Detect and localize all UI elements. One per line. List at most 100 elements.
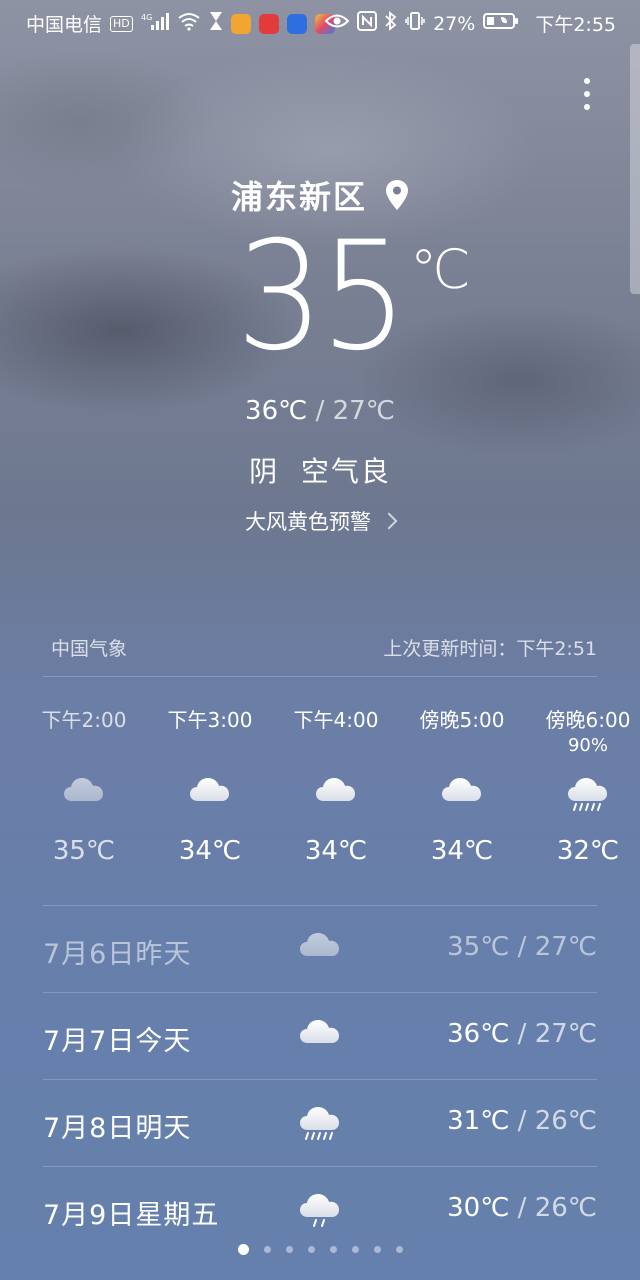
hourly-item: 傍晚6:00 90% 32℃	[524, 706, 640, 866]
day-high: 30℃	[447, 1193, 510, 1223]
bluetooth-icon	[385, 11, 397, 36]
day-range-separator: /	[517, 1193, 527, 1223]
more-options-button[interactable]	[572, 72, 602, 116]
precip-probability	[20, 734, 148, 758]
page-dot	[351, 1246, 359, 1253]
chevron-right-icon	[380, 512, 398, 530]
source-row: 中国气象 上次更新时间：下午2:51	[43, 634, 597, 661]
divider	[43, 676, 597, 677]
precip-probability: 90%	[567, 735, 608, 756]
status-time: 下午2:55	[535, 14, 616, 36]
vibrate-icon	[405, 11, 425, 36]
day-temperature-range: 30℃ / 26℃	[447, 1193, 597, 1223]
rain-icon	[298, 1102, 342, 1146]
status-bar: 中国电信 HD 4G 27% 下午2:55	[0, 0, 640, 44]
hour-time: 下午4:00	[293, 708, 379, 732]
day-temperature-range: 31℃ / 26℃	[447, 1106, 597, 1136]
hourly-forecast[interactable]: 下午2:00 35℃ 下午3:00 34℃ 下午4:00 34℃ 傍晚5:00 34℃ 傍晚6:…	[20, 706, 640, 896]
day-date: 7月8日明天	[43, 1113, 192, 1144]
page-dot	[285, 1246, 293, 1253]
cloudy-icon	[398, 758, 526, 828]
day-date: 7月9日星期五	[43, 1200, 220, 1231]
day-low: 26℃	[534, 1193, 597, 1223]
hour-temperature: 34℃	[178, 836, 242, 866]
daily-row[interactable]: 7月7日今天 36℃ / 27℃	[43, 992, 597, 1079]
page-indicator	[0, 1244, 640, 1255]
dot-icon	[584, 78, 590, 84]
hourly-item: 下午3:00 34℃	[146, 706, 274, 866]
page-dot	[307, 1246, 315, 1253]
hourglass-icon	[209, 11, 223, 36]
huawei-app-icon	[258, 13, 279, 34]
precip-probability	[398, 734, 526, 758]
last-updated: 上次更新时间：下午2:51	[383, 638, 597, 660]
signal-icon: 4G	[141, 11, 169, 36]
precip-probability	[146, 734, 274, 758]
scroll-indicator	[630, 44, 640, 294]
day-date: 7月7日今天	[43, 1026, 192, 1057]
range-separator: /	[315, 396, 325, 426]
page-dot	[237, 1244, 249, 1255]
today-low: 27℃	[332, 396, 395, 426]
eye-icon	[324, 12, 350, 35]
page-dot	[329, 1246, 337, 1253]
daily-forecast: 7月6日昨天 35℃ / 27℃ 7月7日今天 36℃ / 27℃ 7月8日明天 31℃ …	[43, 905, 597, 1253]
carrier-name: 中国电信	[26, 14, 103, 36]
svg-text:4G: 4G	[141, 13, 152, 22]
cloudy-icon	[146, 758, 274, 828]
weather-condition: 阴 空气良	[249, 455, 391, 488]
cloudy-icon	[298, 928, 342, 972]
cloudy-icon	[20, 758, 148, 828]
day-date: 7月6日昨天	[43, 939, 192, 970]
weather-warning-link[interactable]: 大风黄色预警	[0, 506, 640, 536]
page-dot	[395, 1246, 403, 1253]
hour-temperature: 32℃	[556, 836, 620, 866]
hourly-item: 下午2:00 35℃	[20, 706, 148, 866]
warning-text: 大风黄色预警	[245, 510, 371, 534]
hour-time: 下午3:00	[167, 708, 253, 732]
dot-icon	[584, 91, 590, 97]
page-dot	[263, 1246, 271, 1253]
wifi-icon	[177, 11, 201, 36]
hour-time: 傍晚5:00	[419, 708, 505, 732]
day-range-separator: /	[517, 1106, 527, 1136]
hour-time: 下午2:00	[41, 708, 127, 732]
day-low: 26℃	[534, 1106, 597, 1136]
today-high: 36℃	[245, 396, 308, 426]
hour-time: 傍晚6:00	[545, 708, 631, 732]
battery-percent: 27%	[433, 12, 476, 35]
cloudy-icon	[272, 758, 400, 828]
data-provider: 中国气象	[51, 638, 128, 660]
temperature-unit: ℃	[410, 238, 471, 301]
day-high: 35℃	[447, 932, 510, 962]
light-rain-icon	[298, 1189, 342, 1233]
battery-icon	[483, 12, 519, 35]
day-high: 31℃	[447, 1106, 510, 1136]
day-temperature-range: 36℃ / 27℃	[447, 1019, 597, 1049]
hour-temperature: 34℃	[304, 836, 368, 866]
nfc-icon	[357, 11, 378, 36]
precip-probability	[272, 734, 400, 758]
hourly-item: 傍晚5:00 34℃	[398, 706, 526, 866]
today-range: 36℃ / 27℃	[0, 396, 640, 426]
hd-icon: HD	[110, 15, 133, 32]
day-low: 27℃	[534, 932, 597, 962]
rain-icon	[524, 758, 640, 828]
hour-temperature: 34℃	[430, 836, 494, 866]
cloudy-icon	[298, 1015, 342, 1059]
current-temperature: 35	[236, 210, 408, 384]
hour-temperature: 35℃	[52, 836, 116, 866]
location-pin-icon	[386, 180, 408, 210]
daily-row[interactable]: 7月6日昨天 35℃ / 27℃	[43, 905, 597, 992]
hourly-item: 下午4:00 34℃	[272, 706, 400, 866]
bulb-app-icon	[286, 13, 307, 34]
daily-row[interactable]: 7月8日明天 31℃ / 26℃	[43, 1079, 597, 1166]
page-dot	[373, 1246, 381, 1253]
daily-row[interactable]: 7月9日星期五 30℃ / 26℃	[43, 1166, 597, 1253]
dot-icon	[584, 104, 590, 110]
day-high: 36℃	[447, 1019, 510, 1049]
day-range-separator: /	[517, 1019, 527, 1049]
app-notification-icon	[230, 13, 251, 34]
day-range-separator: /	[517, 932, 527, 962]
day-temperature-range: 35℃ / 27℃	[447, 932, 597, 962]
